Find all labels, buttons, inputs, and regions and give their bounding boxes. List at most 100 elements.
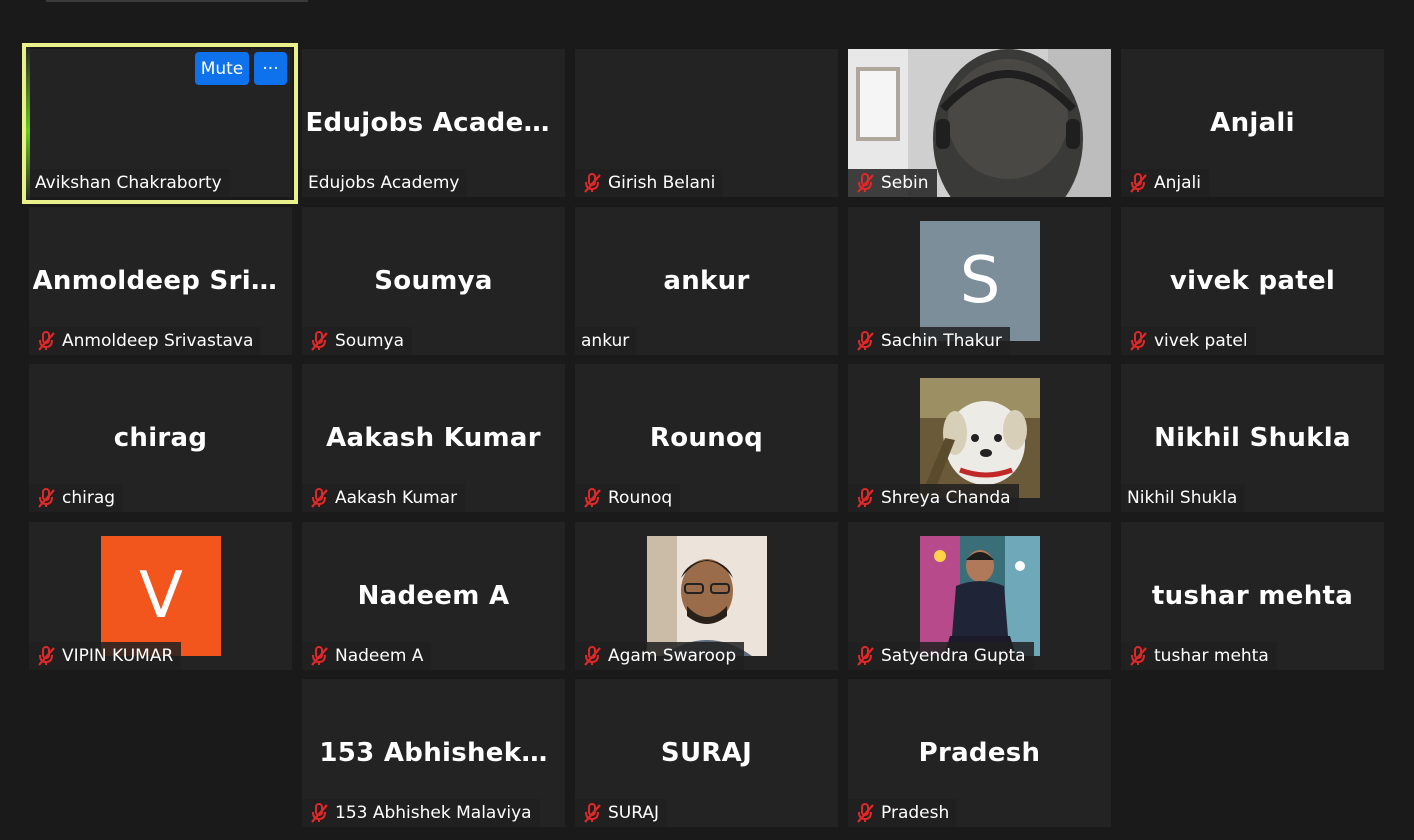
participant-tile[interactable]: ankur ankur	[575, 207, 838, 355]
participant-name: tushar mehta	[1154, 646, 1269, 666]
top-toolbar-strip	[46, 0, 308, 2]
participant-display-name: Nikhil Shukla	[1121, 418, 1384, 458]
participant-tile[interactable]: Shreya Chanda	[848, 364, 1111, 512]
participant-display-name-text: Aakash Kumar	[326, 423, 541, 453]
participant-display-name-text: ankur	[663, 266, 750, 296]
microphone-muted-icon	[854, 487, 876, 509]
participant-name-tag: 153 Abhishek Malaviya	[302, 799, 540, 827]
profile-picture	[920, 536, 1040, 656]
participant-name: ankur	[581, 331, 630, 351]
participant-display-name-text: Edujobs Academy	[305, 108, 562, 138]
participant-name: chirag	[62, 488, 116, 508]
participant-name: Satyendra Gupta	[881, 646, 1026, 666]
avatar: V	[101, 536, 221, 656]
participant-tile[interactable]: Girish Belani	[575, 49, 838, 197]
participant-name: Shreya Chanda	[881, 488, 1011, 508]
microphone-muted-icon	[581, 487, 603, 509]
participant-name-tag: Satyendra Gupta	[848, 642, 1034, 670]
microphone-muted-icon	[35, 487, 57, 509]
participant-tile[interactable]: Anmoldeep Sriv… Anmoldeep Srivastava	[29, 207, 292, 355]
participant-display-name-text: chirag	[113, 423, 208, 453]
participant-name: Sachin Thakur	[881, 331, 1002, 351]
microphone-muted-icon	[1127, 172, 1149, 194]
participant-name-tag: SURAJ	[575, 799, 667, 827]
more-options-button[interactable]: ···	[254, 52, 287, 85]
participant-display-name: Soumya	[302, 261, 565, 301]
participant-tile[interactable]: Agam Swaroop	[575, 522, 838, 670]
participant-name-tag: Edujobs Academy	[302, 169, 468, 197]
participant-display-name-text: SURAJ	[660, 738, 753, 768]
participant-display-name: SURAJ	[575, 733, 838, 773]
avatar: S	[920, 221, 1040, 341]
participant-name: 153 Abhishek Malaviya	[335, 803, 532, 823]
participant-name-tag: chirag	[29, 484, 124, 512]
participant-tile[interactable]: Anjali Anjali	[1121, 49, 1384, 197]
microphone-muted-icon	[308, 330, 330, 352]
microphone-muted-icon	[35, 645, 57, 667]
participant-name-tag: VIPIN KUMAR	[29, 642, 182, 670]
microphone-muted-icon	[35, 330, 57, 352]
microphone-muted-icon	[854, 802, 876, 824]
participant-tile[interactable]: S Sachin Thakur	[848, 207, 1111, 355]
participant-tile[interactable]: V VIPIN KUMAR	[29, 522, 292, 670]
participant-name-tag: Girish Belani	[575, 169, 724, 197]
participant-name-tag: Anjali	[1121, 169, 1209, 197]
participant-name-tag: Aakash Kumar	[302, 484, 466, 512]
participant-tile[interactable]: chirag chirag	[29, 364, 292, 512]
participant-name-tag: tushar mehta	[1121, 642, 1277, 670]
participant-name: Sebin	[881, 173, 929, 193]
mute-participant-button[interactable]: Mute	[195, 52, 249, 85]
participant-display-name: Anmoldeep Sriv…	[29, 261, 292, 301]
microphone-muted-icon	[581, 172, 603, 194]
participant-tile[interactable]: Rounoq Rounoq	[575, 364, 838, 512]
participant-name-tag: vivek patel	[1121, 327, 1256, 355]
microphone-muted-icon	[854, 330, 876, 352]
participant-display-name: tushar mehta	[1121, 576, 1384, 616]
participant-tile[interactable]: tushar mehta tushar mehta	[1121, 522, 1384, 670]
participant-name: Girish Belani	[608, 173, 716, 193]
speaking-indicator	[26, 47, 30, 200]
participant-display-name-text: Nadeem A	[357, 581, 510, 611]
participant-name-tag: Sachin Thakur	[848, 327, 1010, 355]
participant-name: Rounoq	[608, 488, 673, 508]
participant-tile[interactable]: Edujobs Academy Edujobs Academy	[302, 49, 565, 197]
participant-tile[interactable]: SURAJ SURAJ	[575, 679, 838, 827]
participant-name-tag: Shreya Chanda	[848, 484, 1019, 512]
participant-tile[interactable]: Pradesh Pradesh	[848, 679, 1111, 827]
participant-display-name-text: Soumya	[374, 266, 493, 296]
participant-display-name: ankur	[575, 261, 838, 301]
microphone-muted-icon	[308, 645, 330, 667]
participant-tile[interactable]: 153 Abhishek… 153 Abhishek Malaviya	[302, 679, 565, 827]
participant-display-name-text: Anmoldeep Sriv…	[32, 266, 289, 296]
participant-tile[interactable]: Sebin	[848, 49, 1111, 197]
participant-display-name: chirag	[29, 418, 292, 458]
participant-name: Edujobs Academy	[308, 173, 460, 193]
participant-display-name: 153 Abhishek…	[302, 733, 565, 773]
participant-tile[interactable]: Nadeem A Nadeem A	[302, 522, 565, 670]
participant-display-name: Anjali	[1121, 103, 1384, 143]
microphone-muted-icon	[854, 645, 876, 667]
participant-display-name-text: Nikhil Shukla	[1154, 423, 1351, 453]
participant-display-name: vivek patel	[1121, 261, 1384, 301]
participant-display-name-text: tushar mehta	[1151, 581, 1354, 611]
participant-name-tag: Nikhil Shukla	[1121, 484, 1246, 512]
participant-tile[interactable]: Satyendra Gupta	[848, 522, 1111, 670]
participant-display-name-text: Rounoq	[649, 423, 764, 453]
participant-name-tag: Pradesh	[848, 799, 958, 827]
participant-display-name: Edujobs Academy	[302, 103, 565, 143]
participant-name: Nikhil Shukla	[1127, 488, 1238, 508]
participant-display-name: Pradesh	[848, 733, 1111, 773]
participant-name: Anjali	[1154, 173, 1201, 193]
participant-name-tag: Soumya	[302, 327, 413, 355]
participant-tile[interactable]: Soumya Soumya	[302, 207, 565, 355]
microphone-muted-icon	[581, 645, 603, 667]
participant-display-name: Rounoq	[575, 418, 838, 458]
participant-tile[interactable]: Nikhil Shukla Nikhil Shukla	[1121, 364, 1384, 512]
participant-display-name: Aakash Kumar	[302, 418, 565, 458]
participant-tile[interactable]: Aakash Kumar Aakash Kumar	[302, 364, 565, 512]
participant-name: vivek patel	[1154, 331, 1248, 351]
participant-tile[interactable]: vivek patel vivek patel	[1121, 207, 1384, 355]
participant-name-tag: Sebin	[848, 169, 937, 197]
microphone-muted-icon	[308, 802, 330, 824]
participant-name: Aakash Kumar	[335, 488, 458, 508]
